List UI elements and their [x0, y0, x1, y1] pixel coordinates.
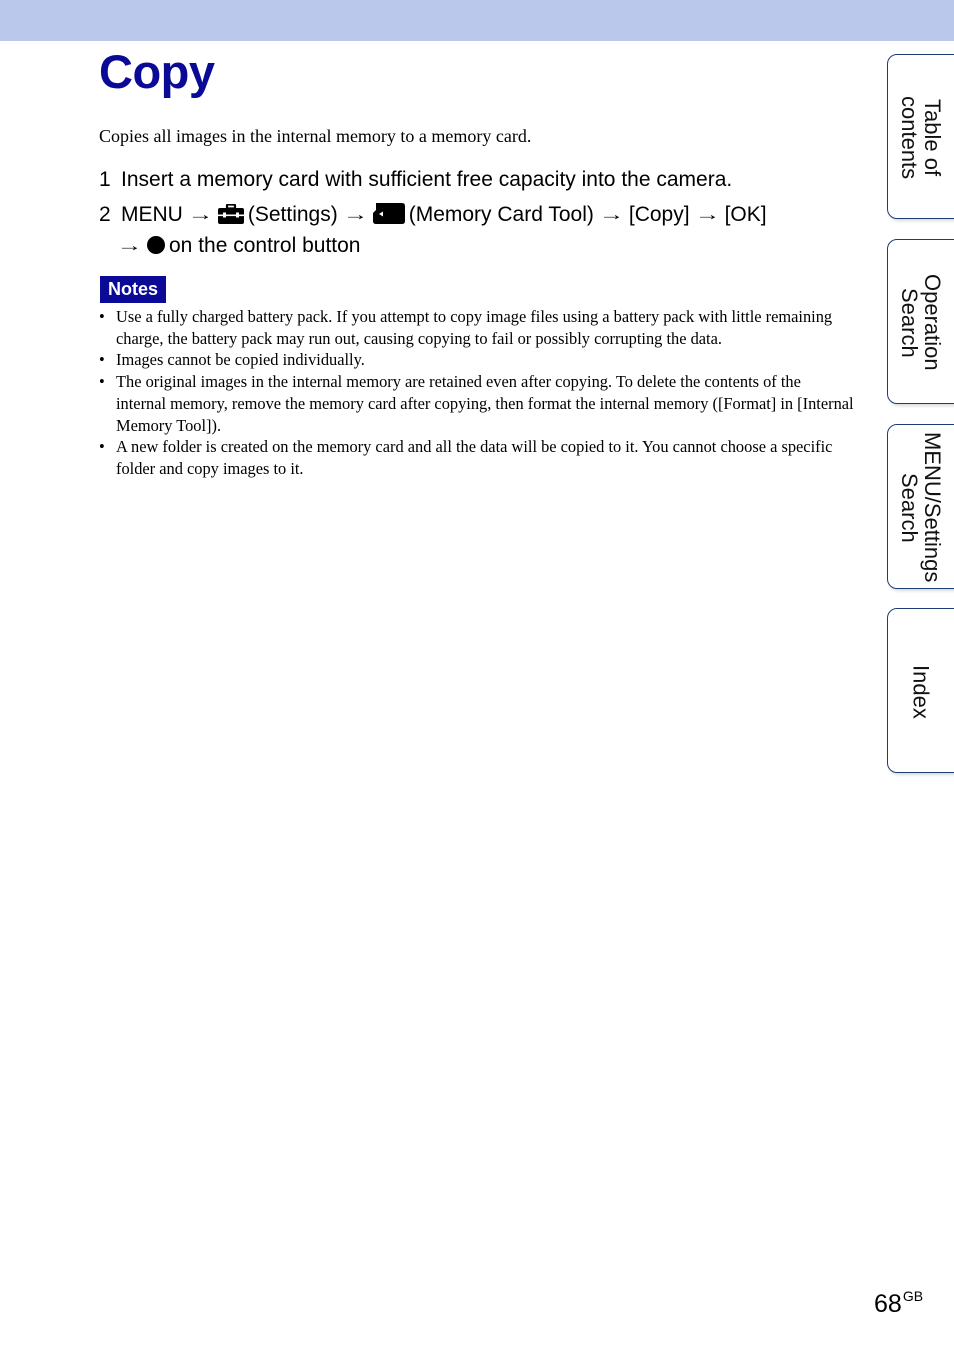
notes-badge: Notes: [100, 276, 166, 303]
filled-circle-icon: [147, 236, 165, 254]
page-number-value: 68: [874, 1290, 902, 1318]
tab-table-of-contents[interactable]: Table of contents: [887, 54, 954, 219]
page-number: 68GB: [874, 1288, 923, 1319]
header-band: [0, 0, 954, 41]
tab-label: Operation Search: [897, 274, 945, 371]
menu-label: MENU: [121, 203, 183, 226]
arrow-icon: →: [342, 205, 368, 224]
tab-label: Table of contents: [897, 95, 945, 180]
tab-label: MENU/Settings Search: [897, 432, 945, 583]
arrow-icon: →: [187, 205, 214, 224]
tab-label: Index: [908, 664, 934, 719]
arrow-icon: →: [694, 205, 720, 224]
step-number: 2: [99, 203, 111, 226]
note-item: A new folder is created on the memory ca…: [99, 436, 854, 479]
tab-menu-settings-search[interactable]: MENU/Settings Search: [887, 424, 954, 589]
page-title: Copy: [99, 45, 215, 98]
memory-card-tool-label: (Memory Card Tool): [408, 203, 594, 226]
toolbox-settings-icon: [217, 204, 244, 224]
note-item: The original images in the internal memo…: [99, 371, 854, 436]
step-text: Insert a memory card with sufficient fre…: [121, 168, 733, 191]
step-number: 1: [99, 168, 111, 191]
tab-index[interactable]: Index: [887, 608, 954, 773]
memory-card-icon: [372, 203, 405, 224]
tab-operation-search[interactable]: Operation Search: [887, 239, 954, 404]
arrow-icon: →: [598, 205, 625, 224]
ok-label: [OK]: [724, 203, 767, 226]
step-1: 1 Insert a memory card with sufficient fr…: [99, 165, 732, 195]
note-item: Use a fully charged battery pack. If you…: [99, 306, 854, 349]
page-number-suffix: GB: [902, 1288, 924, 1304]
notes-list: Use a fully charged battery pack. If you…: [99, 306, 854, 480]
step-2: 2 MENU → (Settings) → (Memory Card Tool) → [Cop…: [99, 200, 767, 262]
intro-text: Copies all images in the internal memory…: [99, 126, 532, 146]
settings-label: (Settings): [247, 203, 338, 226]
control-button-label: on the control button: [169, 234, 361, 257]
note-item: Images cannot be copied individually.: [99, 349, 854, 371]
copy-label: [Copy]: [628, 203, 690, 226]
arrow-icon: →: [116, 236, 143, 255]
